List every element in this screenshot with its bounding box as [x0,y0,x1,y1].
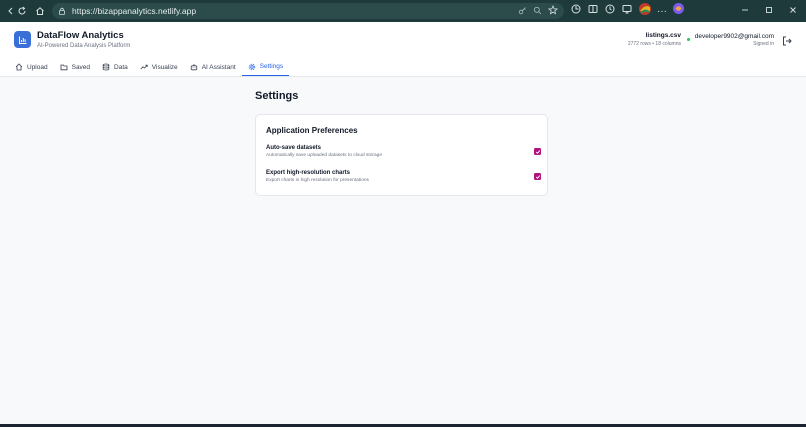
preferences-card: Application Preferences Auto-save datase… [255,114,548,196]
tab-visualize[interactable]: Visualize [134,58,184,76]
main-tabs: Upload Saved Data Visualize AI Assistant… [0,58,806,77]
close-icon[interactable] [788,2,798,20]
pref-label: Auto-save datasets [266,145,322,151]
pref-label: Export high-resolution charts [266,170,351,176]
tab-label: AI Assistant [201,63,236,71]
checkmark-icon [535,149,540,154]
browser-extensions: ··· [570,2,685,20]
auto-save-checkbox[interactable] [534,148,541,155]
current-file-name: listings.csv [645,32,681,39]
address-bar[interactable]: https://bizappanalytics.netlify.app [52,3,564,19]
home-icon[interactable] [31,2,49,20]
app-subtitle: AI-Powered Data Analysis Platform [37,43,131,49]
checkmark-icon [535,174,540,179]
window-controls [740,2,798,20]
tab-saved[interactable]: Saved [54,58,96,76]
pref-auto-save: Auto-save datasets Automatically save up… [266,145,541,165]
tab-settings[interactable]: Settings [241,58,290,76]
pref-description: Export charts in high resolution for pre… [266,178,369,183]
trend-icon [140,64,148,70]
lock-icon [58,2,66,20]
app-header: DataFlow Analytics AI-Powered Data Analy… [0,22,806,58]
user-status: Signed in [753,41,774,47]
tab-data[interactable]: Data [96,58,134,76]
app-title: DataFlow Analytics [37,30,124,41]
restore-icon[interactable] [764,2,774,20]
minimize-icon[interactable] [740,2,750,20]
pref-description: Automatically save uploaded datasets to … [266,153,382,158]
pref-export-high-res: Export high-resolution charts Export cha… [266,170,541,190]
bot-icon [190,64,197,71]
extension-icon[interactable] [570,2,582,20]
page-title: Settings [255,90,299,102]
tab-upload[interactable]: Upload [9,58,54,76]
tab-label: Data [114,63,128,71]
zoom-icon[interactable] [533,2,542,20]
database-icon [102,63,110,71]
bar-chart-icon [18,36,26,44]
url-text[interactable]: https://bizappanalytics.netlify.app [72,6,196,16]
key-icon[interactable] [518,2,527,20]
profile-avatar-icon[interactable] [638,2,652,21]
tab-label: Saved [71,63,91,71]
tab-label: Visualize [151,63,178,71]
online-status-dot [687,38,690,41]
tab-label: Settings [259,63,284,70]
upload-icon [15,63,23,71]
copilot-icon[interactable] [672,2,685,20]
favorite-star-icon[interactable] [547,2,559,20]
logout-button[interactable] [781,34,793,46]
gear-icon [248,63,255,70]
refresh-icon[interactable] [13,2,31,20]
user-email: developer9902@gmail.com [694,33,774,40]
split-screen-icon[interactable] [587,2,599,20]
tab-label: Upload [27,63,48,71]
export-high-res-checkbox[interactable] [534,173,541,180]
tab-ai-assistant[interactable]: AI Assistant [184,58,242,76]
card-title: Application Preferences [266,126,358,135]
history-icon[interactable] [604,2,616,20]
browser-toolbar: https://bizappanalytics.netlify.app ··· [0,0,806,22]
current-file-meta: 2772 rows • 18 columns [627,41,681,47]
logout-icon [783,36,792,46]
more-options-icon[interactable]: ··· [657,6,667,17]
folder-icon [60,64,68,71]
cast-icon[interactable] [621,2,633,20]
app-logo [14,31,31,48]
